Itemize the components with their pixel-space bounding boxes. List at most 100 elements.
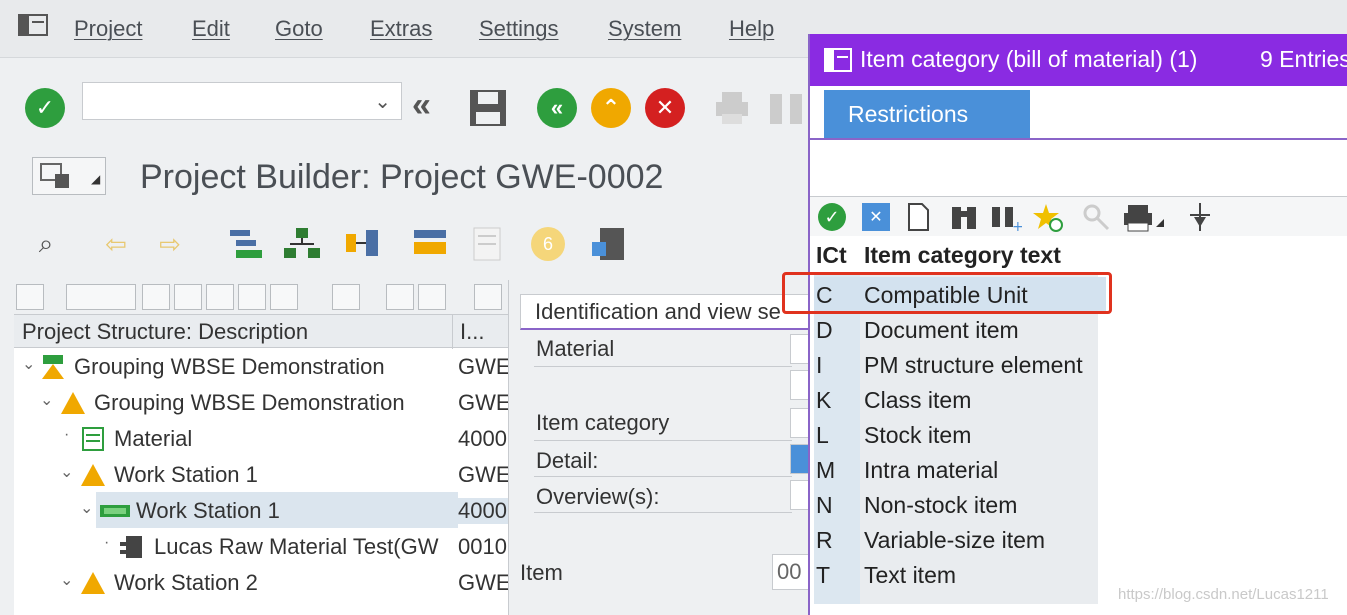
tree-row[interactable]: · Lucas Raw Material Test(GW 0010 xyxy=(14,528,508,564)
personal-list-icon xyxy=(1083,204,1110,231)
calculator-icon[interactable] xyxy=(590,226,630,262)
application-toolbar: ⌕ ⇦ ⇨ 6 xyxy=(0,212,810,278)
hierarchy-graphic-icon[interactable] xyxy=(224,226,264,262)
pin-icon[interactable] xyxy=(1184,201,1216,233)
exit-icon[interactable]: ⌃ xyxy=(591,88,631,128)
tab-restrictions[interactable]: Restrictions xyxy=(824,90,1030,138)
item-code: M xyxy=(816,457,836,483)
column-description[interactable]: Project Structure: Description xyxy=(22,319,308,345)
duplicate-icon[interactable] xyxy=(238,284,266,310)
delete-icon[interactable] xyxy=(332,284,360,310)
item-code: T xyxy=(816,562,831,588)
list-item[interactable]: N Non-stock item xyxy=(810,487,1110,522)
milestone-number-icon: 6 xyxy=(528,226,568,262)
window-menu-icon[interactable] xyxy=(18,14,48,36)
list-item[interactable]: I PM structure element xyxy=(810,347,1110,382)
tab-identification[interactable]: Identification and view se xyxy=(520,294,810,330)
item-text: Class item xyxy=(864,387,972,413)
network-graphic-icon[interactable] xyxy=(342,226,382,262)
dialog-title-bar: Item category (bill of material) (1) 9 E… xyxy=(810,34,1347,86)
item-field[interactable]: 00 xyxy=(772,554,810,590)
project-planning-board-icon[interactable] xyxy=(410,226,450,262)
column-ict[interactable]: ICt xyxy=(816,242,847,269)
find-next-icon[interactable]: + xyxy=(990,201,1022,233)
create-icon[interactable] xyxy=(66,284,136,310)
column-item-category-text[interactable]: Item category text xyxy=(864,242,1061,269)
wbs-element-icon xyxy=(61,392,85,414)
check-icon[interactable]: ✓ xyxy=(25,88,65,128)
list-item[interactable]: R Variable-size item xyxy=(810,522,1110,557)
item-text: Text item xyxy=(864,562,957,588)
chevron-down-icon[interactable]: ⌄ xyxy=(60,462,73,482)
item-code: R xyxy=(816,527,833,553)
material-text-field[interactable] xyxy=(790,370,810,400)
chevron-down-icon[interactable]: ⌄ xyxy=(40,390,53,410)
command-field[interactable]: ⌄ xyxy=(82,82,402,120)
tree-row[interactable]: ⌄ Grouping WBSE Demonstration GWE xyxy=(14,348,508,384)
close-icon[interactable]: ✕ xyxy=(860,201,892,233)
save-icon[interactable] xyxy=(468,88,508,128)
material-icon xyxy=(82,427,104,451)
open-folder-icon[interactable] xyxy=(16,284,44,310)
menu-project[interactable]: Project xyxy=(74,16,142,42)
tree-row[interactable]: ⌄ Grouping WBSE Demonstration GWE xyxy=(14,384,508,420)
new-document-icon[interactable] xyxy=(902,201,934,233)
list-item[interactable]: L Stock item xyxy=(810,417,1110,452)
material-label: Material xyxy=(536,336,615,361)
standard-toolbar: ✓ ⌄ « « ⌃ ✕ xyxy=(0,58,810,150)
item-category-field[interactable] xyxy=(790,408,810,438)
chevron-down-icon[interactable]: ⌄ xyxy=(60,570,73,590)
list-item[interactable]: T Text item xyxy=(810,557,1110,592)
find-next-icon[interactable] xyxy=(418,284,446,310)
overview-label: Overview(s): xyxy=(536,484,660,509)
find-icon[interactable] xyxy=(948,201,980,233)
window-menu-icon[interactable] xyxy=(824,48,852,72)
dropdown-arrow-icon: ◢ xyxy=(91,172,101,186)
favorite-add-icon[interactable] xyxy=(1032,201,1064,233)
tree-row-id: 4000 xyxy=(458,498,508,524)
item-code: L xyxy=(816,422,829,448)
list-item[interactable]: M Intra material xyxy=(810,452,1110,487)
undo-icon[interactable] xyxy=(270,284,298,310)
network-icon xyxy=(100,505,130,517)
menu-extras[interactable]: Extras xyxy=(370,16,432,42)
tree-row-selected[interactable]: ⌄ Work Station 1 4000 xyxy=(14,492,508,528)
copy-icon[interactable] xyxy=(174,284,202,310)
more-icon[interactable] xyxy=(474,284,502,310)
item-text: Stock item xyxy=(864,422,972,448)
tree-row[interactable]: ⌄ Work Station 1 GWE xyxy=(14,456,508,492)
cancel-icon[interactable]: ✕ xyxy=(645,88,685,128)
menu-goto[interactable]: Goto xyxy=(275,16,323,42)
check-icon[interactable]: ✓ xyxy=(816,201,848,233)
list-column-header: ICt Item category text xyxy=(810,238,1347,272)
back-icon[interactable]: « xyxy=(537,88,577,128)
structure-graphic-icon[interactable] xyxy=(282,226,322,262)
item-text: Document item xyxy=(864,317,1019,343)
next-object-icon: ⇨ xyxy=(159,228,181,259)
detail-button[interactable] xyxy=(790,444,810,474)
tree-row[interactable]: · Material 4000 xyxy=(14,420,508,456)
list-item[interactable]: K Class item xyxy=(810,382,1110,417)
chevron-down-icon[interactable]: ⌄ xyxy=(374,89,391,114)
cut-icon[interactable] xyxy=(142,284,170,310)
display-change-icon[interactable]: ⌕ xyxy=(26,226,66,262)
back-double-icon[interactable]: « xyxy=(412,86,431,125)
material-field[interactable] xyxy=(790,334,810,364)
menu-edit[interactable]: Edit xyxy=(192,16,230,42)
detail-label: Detail: xyxy=(536,448,599,473)
tree-row[interactable]: ⌄ Work Station 2 GWE xyxy=(14,564,508,600)
print-icon[interactable] xyxy=(1122,201,1166,233)
menu-help[interactable]: Help xyxy=(729,16,774,42)
column-identification[interactable]: I... xyxy=(460,319,484,345)
list-item[interactable]: D Document item xyxy=(810,312,1110,347)
overview-button[interactable] xyxy=(790,480,810,510)
find-icon[interactable] xyxy=(386,284,414,310)
item-code: K xyxy=(816,387,832,413)
paste-icon[interactable] xyxy=(206,284,234,310)
menu-system[interactable]: System xyxy=(608,16,681,42)
menu-settings[interactable]: Settings xyxy=(479,16,559,42)
title-menu-button[interactable]: ◢ xyxy=(32,157,106,195)
chevron-down-icon[interactable]: ⌄ xyxy=(22,354,35,374)
chevron-down-icon[interactable]: ⌄ xyxy=(80,498,93,518)
tree-row-label: Work Station 2 xyxy=(114,570,258,595)
